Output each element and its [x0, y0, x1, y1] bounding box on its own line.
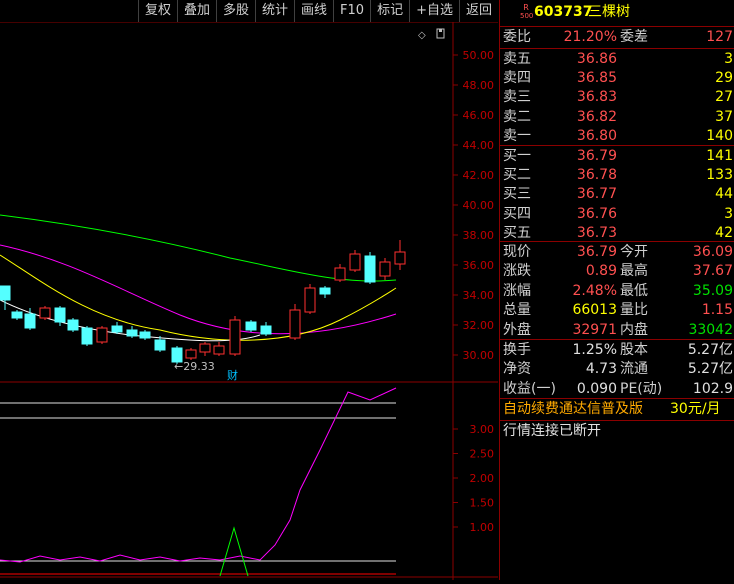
price-axis-label: 50.00: [463, 49, 495, 62]
bids-row[interactable]: 买三 36.77 44: [500, 184, 734, 205]
bids-row[interactable]: 买一 36.79 141: [500, 146, 734, 167]
asks-row[interactable]: 卖一 36.80 140: [500, 126, 734, 147]
candle-body: [154, 339, 166, 351]
candle-body: [260, 325, 272, 335]
quote-panel: R 500 603737 三棵树 委比 21.20% 委差 127 卖五 36.8…: [499, 0, 734, 580]
price-axis-label: 34.00: [463, 289, 495, 302]
finance-event-marker[interactable]: 财: [227, 368, 238, 382]
asks-row[interactable]: 卖四 36.85 29: [500, 68, 734, 89]
market-badge: R 500: [520, 3, 534, 20]
price-axis-label: 30.00: [463, 349, 495, 362]
candle-body: [213, 345, 225, 355]
price-axis-label: 42.00: [463, 169, 495, 182]
candle-body: [394, 251, 406, 265]
price-axis-label: 38.00: [463, 229, 495, 242]
bids-row[interactable]: 买二 36.78 133: [500, 165, 734, 186]
toolbar-button[interactable]: 返回: [458, 0, 498, 22]
indicator-axis-label: 1.00: [470, 521, 495, 534]
candle-body: [199, 343, 211, 353]
candle-body: [54, 307, 66, 323]
fundamental-row: 换手 1.25% 股本 5.27亿: [503, 342, 733, 358]
price-axis-label: 44.00: [463, 139, 495, 152]
candle-body: [0, 285, 11, 301]
chart-toolbar: 复权 叠加 多股 统计 画线 F10 标记 +自选 返回: [0, 0, 498, 22]
diamond-icon[interactable]: ◇: [418, 30, 426, 41]
candle-body: [289, 309, 301, 339]
candle-body: [39, 307, 51, 319]
indicator-axis-label: 2.50: [470, 448, 495, 461]
price-axis-label: 36.00: [463, 259, 495, 272]
toolbar-button[interactable]: 复权: [137, 0, 177, 22]
toolbar-button[interactable]: +自选: [409, 0, 459, 22]
candle-body: [67, 319, 79, 331]
quote-row: 现价 36.79 今开 36.09: [503, 244, 733, 260]
indicator-axis-label: 2.00: [470, 472, 495, 485]
candle-body: [81, 327, 93, 345]
promo-row[interactable]: 自动续费通达信普及版 30元/月: [500, 399, 734, 420]
candle-body: [364, 255, 376, 283]
candle-body: [229, 319, 241, 355]
candle-body: [24, 313, 36, 329]
price-axis-label: 40.00: [463, 199, 495, 212]
candle-body: [185, 349, 197, 359]
fundamental-row: 净资 4.73 流通 5.27亿: [503, 361, 733, 378]
asks-row[interactable]: 卖五 36.86 3: [500, 49, 734, 70]
candle-body: [319, 287, 331, 295]
candle-body: [126, 329, 138, 337]
quote-row: 涨跌 0.89 最高 37.67: [503, 263, 733, 280]
fundamental-row: 收益(一) 0.090 PE(动) 102.9: [503, 380, 733, 397]
toolbar-button[interactable]: 画线: [294, 0, 333, 22]
stock-name: 三棵树: [588, 4, 630, 20]
candle-body: [334, 267, 346, 281]
candle-body: [96, 327, 108, 343]
promo-text[interactable]: 自动续费通达信普及版: [503, 399, 643, 420]
price-axis-label: 46.00: [463, 109, 495, 122]
toolbar-button[interactable]: F10: [333, 0, 370, 22]
indicator-line: [0, 387, 397, 563]
toolbar-button[interactable]: 统计: [255, 0, 294, 22]
promo-price[interactable]: 30元/月: [670, 399, 721, 420]
candle-body: [11, 311, 23, 319]
toolbar-button[interactable]: 叠加: [176, 0, 216, 22]
kline-chart-svg[interactable]: 50.00 48.00 46.00 44.00 42.00 40.00 38.00 36.00…: [0, 0, 498, 580]
indicator-axis-label: 3.00: [470, 423, 495, 436]
asks-row[interactable]: 卖二 36.82 37: [500, 107, 734, 128]
order-ratio-row: 委比 21.20% 委差 127: [503, 29, 733, 45]
candle-body: [245, 321, 257, 331]
window-icon-dot: [439, 29, 442, 32]
stock-code: 603737: [534, 4, 593, 20]
candle-body: [304, 287, 316, 313]
candle-body: [379, 261, 391, 277]
price-axis-label: 32.00: [463, 319, 495, 332]
quote-row: 总量 66013 量比 1.15: [503, 302, 733, 319]
quote-row: 外盘 32971 内盘 33042: [503, 321, 733, 338]
indicator-axis-label: 1.50: [470, 497, 495, 510]
quote-row: 涨幅 2.48% 最低 35.09: [503, 282, 733, 299]
low-price-marker: ←29.33: [174, 360, 215, 373]
bids-row[interactable]: 买四 36.76 3: [500, 204, 734, 225]
candle-body: [139, 331, 151, 339]
indicator-signal: [219, 526, 249, 577]
toolbar-button[interactable]: 多股: [215, 0, 255, 22]
price-axis-label: 48.00: [463, 79, 495, 92]
toolbar-button[interactable]: 标记: [370, 0, 409, 22]
stock-header: R 500 603737 三棵树: [500, 2, 734, 24]
asks-row[interactable]: 卖三 36.83 27: [500, 87, 734, 108]
candle-body: [349, 253, 361, 271]
candle-body: [111, 325, 123, 333]
kline-chart-area[interactable]: 50.00 48.00 46.00 44.00 42.00 40.00 38.00 36.00…: [0, 0, 498, 580]
connection-status: 行情连接已断开: [503, 423, 601, 439]
